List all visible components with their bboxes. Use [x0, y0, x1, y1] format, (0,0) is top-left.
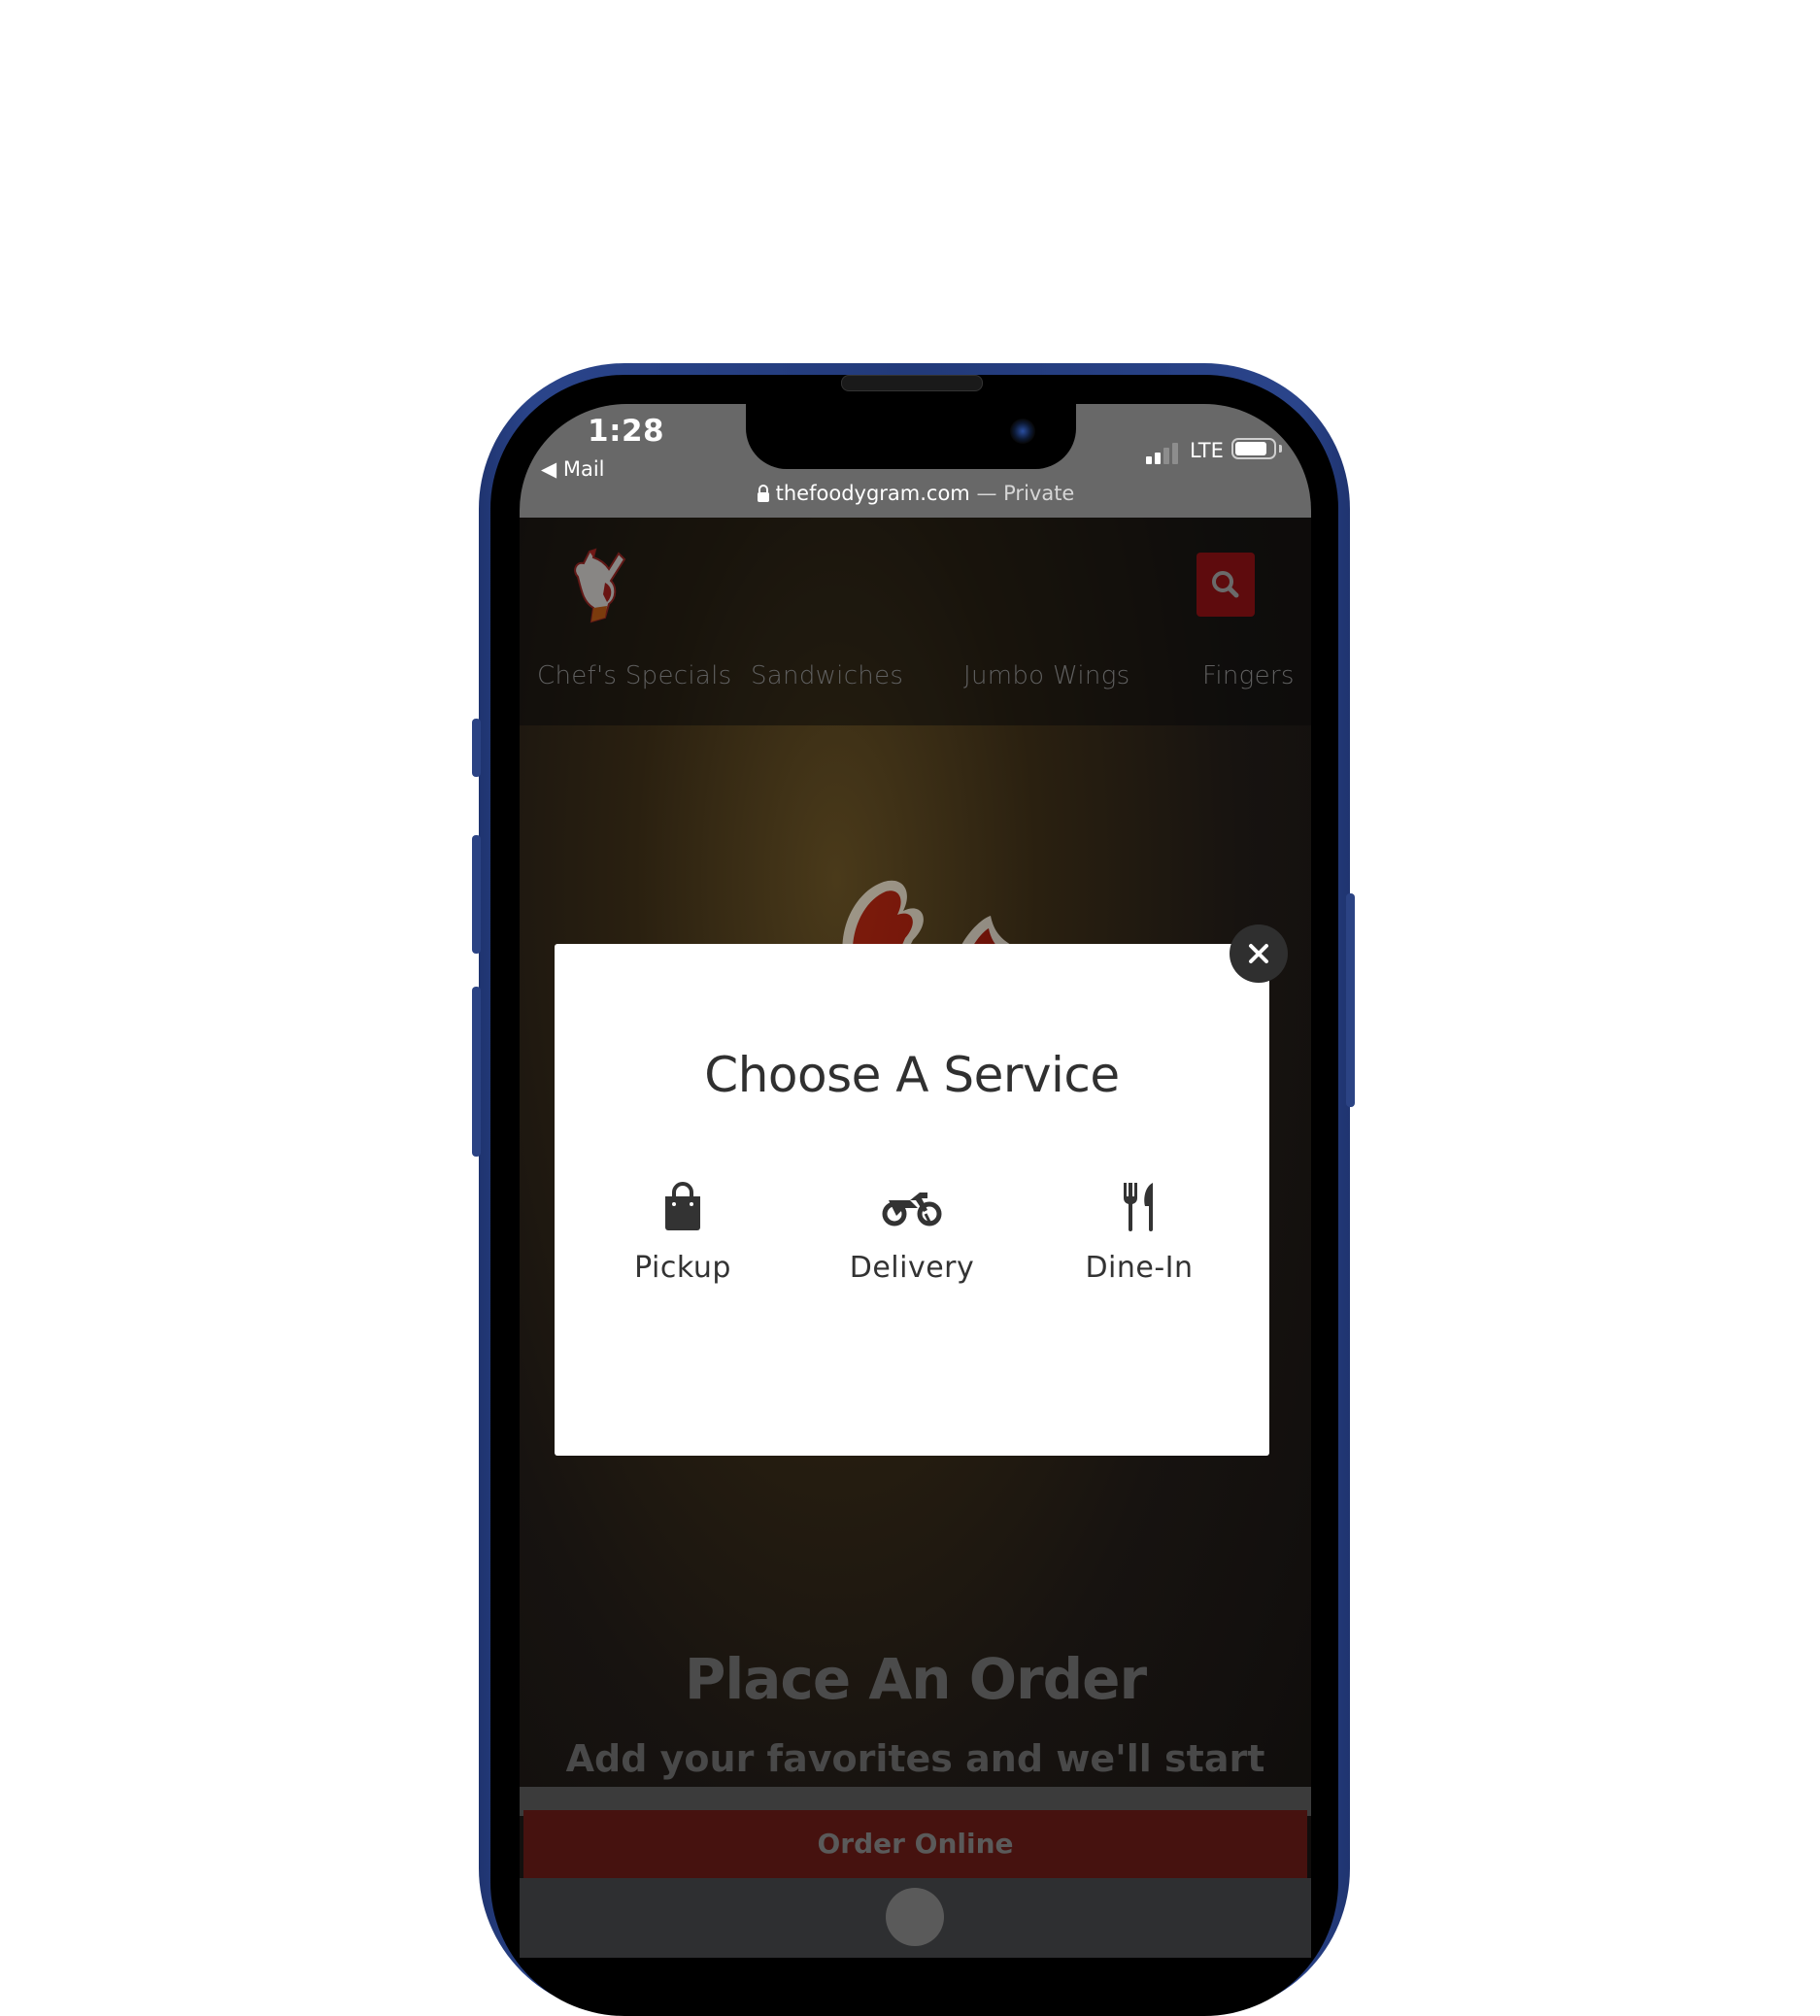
modal-close-button[interactable] [1230, 924, 1288, 983]
service-option-pickup[interactable]: Pickup [586, 1179, 780, 1285]
service-label-delivery: Delivery [849, 1251, 975, 1285]
modal-title: Choose A Service [704, 1047, 1120, 1103]
power-button [1346, 893, 1355, 1107]
earpiece-speaker [841, 375, 983, 391]
motorcycle-icon [882, 1193, 942, 1226]
service-option-delivery[interactable]: Delivery [815, 1179, 1009, 1285]
phone-screen: 1:28 ◀ Mail LTE thefoodygram.com — Priva… [520, 404, 1311, 1958]
close-icon [1249, 944, 1268, 963]
service-label-pickup: Pickup [634, 1251, 731, 1285]
shopping-bag-icon [665, 1182, 700, 1230]
service-modal: Choose A Service Pickup Delivery Dine-In [555, 944, 1269, 1456]
service-label-dine-in: Dine-In [1085, 1251, 1194, 1285]
mute-switch [472, 719, 481, 777]
utensils-icon [1123, 1183, 1153, 1231]
service-option-dine-in[interactable]: Dine-In [1042, 1179, 1236, 1285]
volume-up-button [472, 835, 481, 954]
volume-down-button [472, 987, 481, 1157]
